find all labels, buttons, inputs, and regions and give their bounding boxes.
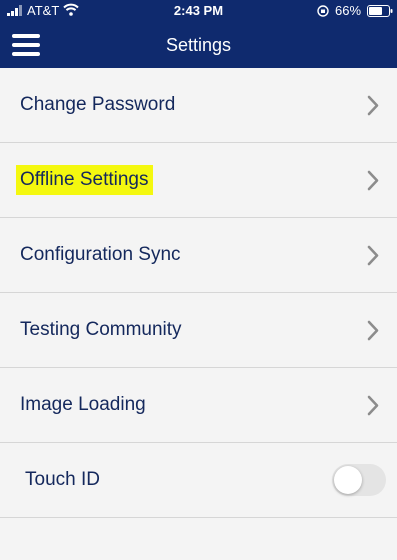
status-bar: AT&T 2:43 PM 66% xyxy=(0,0,397,22)
settings-item-label: Touch ID xyxy=(25,469,100,490)
settings-item-label: Configuration Sync xyxy=(20,244,181,265)
settings-item-configuration-sync[interactable]: Configuration Sync xyxy=(0,218,397,293)
chevron-right-icon xyxy=(367,395,379,416)
app-header: AT&T 2:43 PM 66% Settings xyxy=(0,0,397,68)
battery-icon xyxy=(367,5,393,17)
chevron-right-icon xyxy=(367,320,379,341)
settings-item-image-loading[interactable]: Image Loading xyxy=(0,368,397,443)
settings-item-label: Image Loading xyxy=(20,394,146,415)
settings-item-change-password[interactable]: Change Password xyxy=(0,68,397,143)
settings-list: Change Password Offline Settings Configu… xyxy=(0,68,397,518)
settings-item-label: Change Password xyxy=(20,94,176,115)
toggle-knob xyxy=(334,466,362,494)
settings-item-label: Offline Settings xyxy=(16,165,153,195)
touch-id-toggle[interactable] xyxy=(332,464,386,496)
orientation-lock-icon xyxy=(317,5,329,17)
settings-item-label: Testing Community xyxy=(20,319,182,340)
settings-item-testing-community[interactable]: Testing Community xyxy=(0,293,397,368)
chevron-right-icon xyxy=(367,245,379,266)
battery-percent: 66% xyxy=(335,3,362,18)
settings-item-touch-id: Touch ID xyxy=(0,443,397,518)
chevron-right-icon xyxy=(367,95,379,116)
settings-item-offline-settings[interactable]: Offline Settings xyxy=(0,143,397,218)
chevron-right-icon xyxy=(367,170,379,191)
page-title: Settings xyxy=(165,35,232,55)
